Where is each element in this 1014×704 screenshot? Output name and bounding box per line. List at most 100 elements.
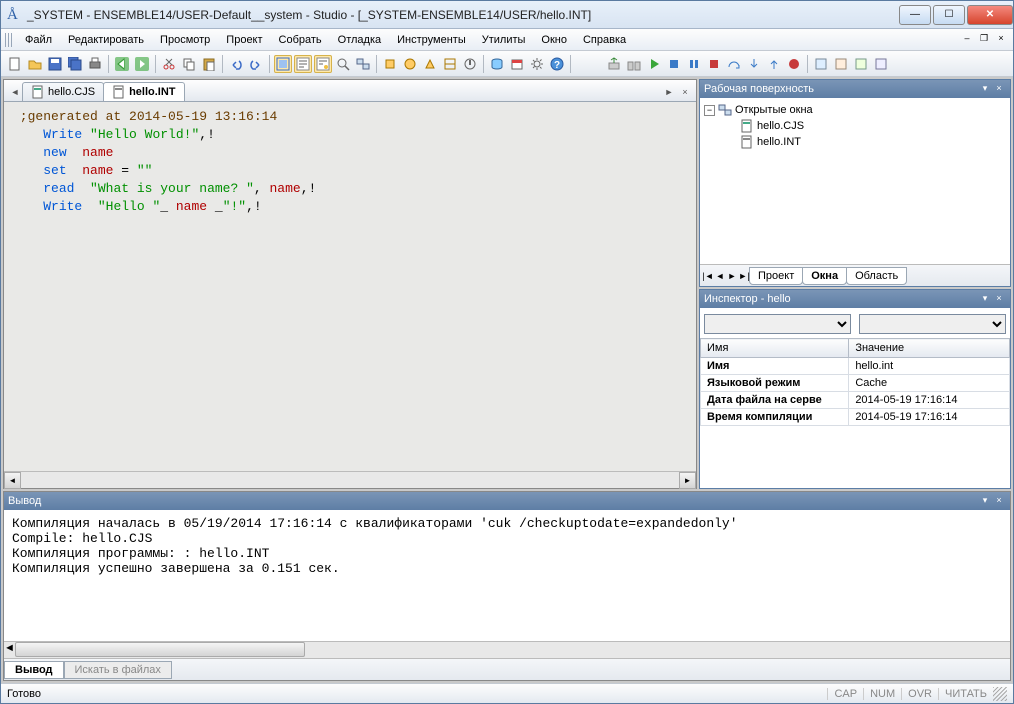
find-icon[interactable] bbox=[334, 55, 352, 73]
save-icon[interactable] bbox=[46, 55, 64, 73]
editor-h-scrollbar[interactable]: ◄ ► bbox=[4, 471, 696, 488]
panel-close-icon[interactable]: × bbox=[992, 495, 1006, 507]
menu-tools[interactable]: Инструменты bbox=[389, 31, 474, 49]
misc-icon[interactable] bbox=[852, 55, 870, 73]
inspector-select-2[interactable] bbox=[859, 314, 1006, 334]
menu-file[interactable]: Файл bbox=[17, 31, 60, 49]
tab-hello-int[interactable]: hello.INT bbox=[103, 82, 184, 101]
tab-find-in-files[interactable]: Искать в файлах bbox=[64, 661, 172, 679]
menu-build[interactable]: Собрать bbox=[271, 31, 330, 49]
tree-item[interactable]: hello.CJS bbox=[704, 118, 1006, 134]
toggle-2-icon[interactable] bbox=[294, 55, 312, 73]
step-out-icon[interactable] bbox=[765, 55, 783, 73]
resize-grip-icon[interactable] bbox=[993, 687, 1007, 701]
mdi-minimize[interactable]: – bbox=[959, 33, 975, 47]
mdi-restore[interactable]: ❐ bbox=[976, 33, 992, 47]
panel-close-icon[interactable]: × bbox=[992, 293, 1006, 305]
output-header[interactable]: Вывод ▾ × bbox=[4, 492, 1010, 510]
workspace-header[interactable]: Рабочая поверхность ▾ × bbox=[700, 80, 1010, 98]
panel-dropdown-icon[interactable]: ▾ bbox=[978, 83, 992, 95]
ws-nav-prev-icon[interactable]: ◄ bbox=[714, 271, 726, 281]
tool-icon[interactable] bbox=[441, 55, 459, 73]
col-value[interactable]: Значение bbox=[849, 339, 1010, 358]
tab-close-icon[interactable]: × bbox=[678, 87, 692, 101]
menu-view[interactable]: Просмотр bbox=[152, 31, 218, 49]
ws-nav-first-icon[interactable]: |◄ bbox=[702, 271, 714, 281]
print-icon[interactable] bbox=[86, 55, 104, 73]
ws-tab-windows[interactable]: Окна bbox=[802, 267, 847, 285]
tree-item[interactable]: hello.INT bbox=[704, 134, 1006, 150]
step-into-icon[interactable] bbox=[745, 55, 763, 73]
tab-prev-icon[interactable]: ◄ bbox=[8, 87, 22, 101]
status-read: ЧИТАТЬ bbox=[938, 688, 993, 700]
col-name[interactable]: Имя bbox=[701, 339, 849, 358]
status-ovr: OVR bbox=[901, 688, 938, 700]
output-h-scrollbar[interactable]: ◄ ► bbox=[4, 641, 1010, 658]
tool-icon[interactable] bbox=[401, 55, 419, 73]
stop-debug-icon[interactable] bbox=[705, 55, 723, 73]
redo-icon[interactable] bbox=[247, 55, 265, 73]
ws-tab-area[interactable]: Область bbox=[846, 267, 907, 285]
ws-nav-next-icon[interactable]: ► bbox=[726, 271, 738, 281]
open-icon[interactable] bbox=[26, 55, 44, 73]
toolbar-grip[interactable] bbox=[5, 33, 13, 47]
run-icon[interactable] bbox=[645, 55, 663, 73]
compile-icon[interactable] bbox=[605, 55, 623, 73]
panel-dropdown-icon[interactable]: ▾ bbox=[978, 293, 992, 305]
menu-project[interactable]: Проект bbox=[218, 31, 270, 49]
ws-tab-project[interactable]: Проект bbox=[749, 267, 803, 285]
db-icon[interactable] bbox=[488, 55, 506, 73]
nav-fwd-icon[interactable] bbox=[133, 55, 151, 73]
menu-debug[interactable]: Отладка bbox=[330, 31, 389, 49]
code-editor[interactable]: ;generated at 2014-05-19 13:16:14 Write … bbox=[4, 102, 696, 471]
maximize-button[interactable]: ☐ bbox=[933, 5, 965, 25]
menu-edit[interactable]: Редактировать bbox=[60, 31, 152, 49]
build-icon[interactable] bbox=[625, 55, 643, 73]
tab-next-icon[interactable]: ► bbox=[662, 87, 676, 101]
tree-root[interactable]: − Открытые окна bbox=[704, 102, 1006, 118]
toggle-3-icon[interactable] bbox=[314, 55, 332, 73]
misc-icon[interactable] bbox=[832, 55, 850, 73]
gear-icon[interactable] bbox=[528, 55, 546, 73]
file-icon bbox=[31, 85, 45, 99]
tree-collapse-icon[interactable]: − bbox=[704, 105, 715, 116]
minimize-button[interactable]: — bbox=[899, 5, 931, 25]
menu-window[interactable]: Окно bbox=[533, 31, 575, 49]
cut-icon[interactable] bbox=[160, 55, 178, 73]
tab-output[interactable]: Вывод bbox=[4, 661, 64, 679]
nav-back-icon[interactable] bbox=[113, 55, 131, 73]
output-text[interactable]: Компиляция началась в 05/19/2014 17:16:1… bbox=[4, 510, 1010, 641]
mdi-close[interactable]: × bbox=[993, 33, 1009, 47]
undo-icon[interactable] bbox=[227, 55, 245, 73]
paste-icon[interactable] bbox=[200, 55, 218, 73]
menu-help[interactable]: Справка bbox=[575, 31, 634, 49]
panel-dropdown-icon[interactable]: ▾ bbox=[978, 495, 992, 507]
menu-utilities[interactable]: Утилиты bbox=[474, 31, 534, 49]
calendar-icon[interactable] bbox=[508, 55, 526, 73]
breakpoint-icon[interactable] bbox=[785, 55, 803, 73]
inspector-select-1[interactable] bbox=[704, 314, 851, 334]
tool-icon[interactable] bbox=[381, 55, 399, 73]
stop-icon[interactable] bbox=[665, 55, 683, 73]
scroll-left-icon[interactable]: ◄ bbox=[4, 472, 21, 489]
panel-close-icon[interactable]: × bbox=[992, 83, 1006, 95]
window-list-icon[interactable] bbox=[354, 55, 372, 73]
pause-icon[interactable] bbox=[685, 55, 703, 73]
step-over-icon[interactable] bbox=[725, 55, 743, 73]
copy-icon[interactable] bbox=[180, 55, 198, 73]
close-button[interactable]: ✕ bbox=[967, 5, 1013, 25]
tool-icon[interactable] bbox=[461, 55, 479, 73]
misc-icon[interactable] bbox=[872, 55, 890, 73]
workspace-tree[interactable]: − Открытые окна hello.CJS hello.INT bbox=[700, 98, 1010, 264]
titlebar: Å _SYSTEM - ENSEMBLE14/USER-Default__sys… bbox=[1, 1, 1013, 29]
new-icon[interactable] bbox=[6, 55, 24, 73]
tab-hello-cjs[interactable]: hello.CJS bbox=[22, 82, 104, 101]
help-icon[interactable]: ? bbox=[548, 55, 566, 73]
scroll-right-icon[interactable]: ► bbox=[679, 472, 696, 489]
tool-icon[interactable] bbox=[421, 55, 439, 73]
misc-icon[interactable] bbox=[812, 55, 830, 73]
toggle-1-icon[interactable] bbox=[274, 55, 292, 73]
scroll-left-icon[interactable]: ◄ bbox=[4, 642, 15, 658]
inspector-header[interactable]: Инспектор - hello ▾ × bbox=[700, 290, 1010, 308]
save-all-icon[interactable] bbox=[66, 55, 84, 73]
